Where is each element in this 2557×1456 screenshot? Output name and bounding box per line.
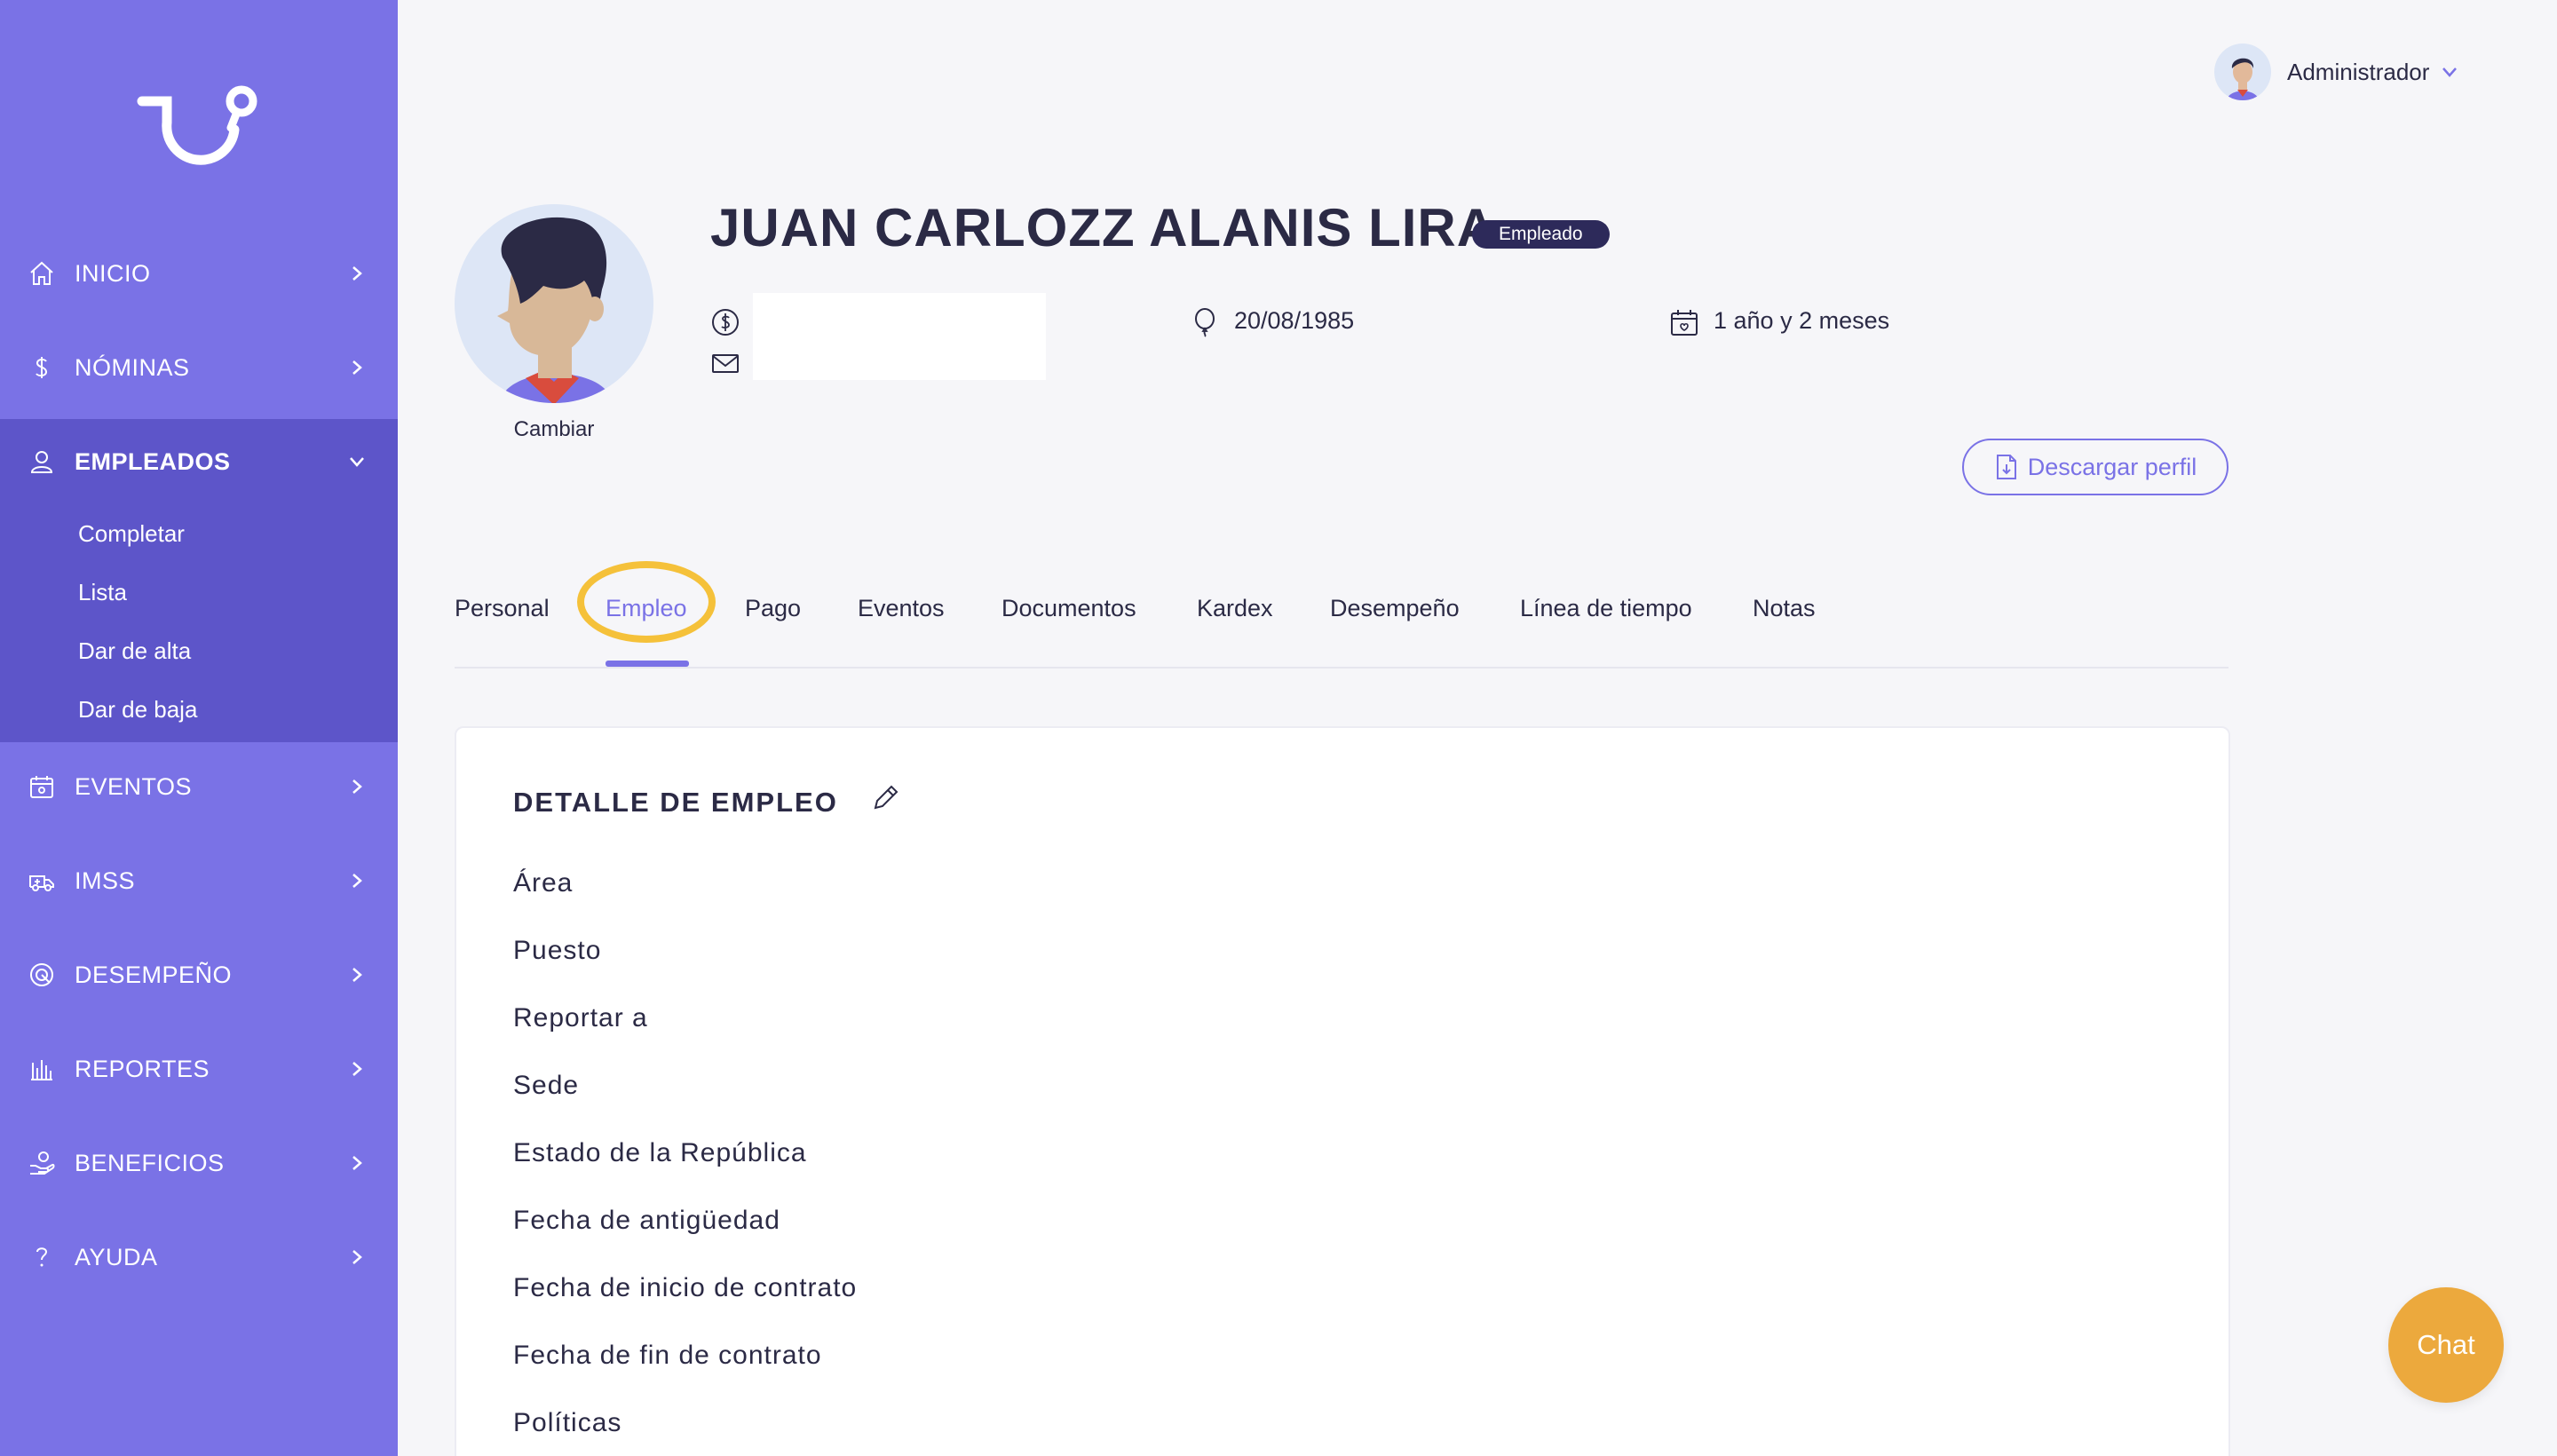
chevron-right-icon (352, 1062, 362, 1076)
redacted-contact-block (753, 293, 1046, 380)
sidebar: INICIO NÓMINAS EMPLEADOS Completar Lista… (0, 0, 398, 1456)
tab-notas[interactable]: Notas (1753, 586, 1816, 630)
nav-item-desempeno[interactable]: DESEMPEÑO (0, 932, 398, 1017)
nav-item-nominas[interactable]: NÓMINAS (0, 325, 398, 410)
empleados-submenu: Completar Lista Dar de alta Dar de baja (0, 504, 398, 742)
mail-icon (712, 354, 739, 373)
submenu-item-dar-de-baja[interactable]: Dar de baja (78, 696, 197, 724)
nav-label: AYUDA (75, 1243, 158, 1270)
tab-empleo[interactable]: Empleo (606, 586, 687, 630)
dollar-circle-icon (712, 309, 739, 336)
chat-button[interactable]: Chat (2388, 1287, 2504, 1403)
download-profile-label: Descargar perfil (2027, 453, 2197, 480)
app-root: INICIO NÓMINAS EMPLEADOS Completar Lista… (0, 0, 2557, 1456)
employee-name: JUAN CARLOZZ ALANIS LIRA (710, 198, 1497, 257)
calendar-icon (27, 772, 57, 802)
ambulance-icon (27, 866, 57, 896)
field-label-reportar-a: Reportar a (513, 1003, 648, 1033)
submenu-item-completar[interactable]: Completar (78, 520, 185, 548)
tab-personal[interactable]: Personal (455, 586, 550, 630)
field-label-politicas: Políticas (513, 1408, 622, 1437)
tab-desempeno[interactable]: Desempeño (1330, 586, 1460, 630)
tab-documentos[interactable]: Documentos (1001, 586, 1136, 630)
nav-label: EMPLEADOS (75, 447, 231, 475)
chevron-right-icon (352, 779, 362, 794)
nav-label: REPORTES (75, 1055, 210, 1082)
field-label-puesto: Puesto (513, 936, 602, 965)
target-icon (27, 960, 57, 990)
bar-chart-icon (27, 1054, 57, 1084)
field-label-fecha-inicio-contrato: Fecha de inicio de contrato (513, 1273, 858, 1302)
nav-item-empleados[interactable]: EMPLEADOS (0, 419, 398, 504)
field-label-sede: Sede (513, 1071, 580, 1100)
birth-date: 20/08/1985 (1234, 307, 1355, 334)
gift-hand-icon (27, 1148, 57, 1178)
pencil-icon[interactable] (870, 783, 900, 813)
chevron-right-icon (352, 360, 362, 375)
nav-item-inicio[interactable]: INICIO (0, 231, 398, 316)
tab-kardex[interactable]: Kardex (1197, 586, 1273, 630)
seniority: 1 año y 2 meses (1714, 307, 1890, 334)
user-icon (27, 447, 57, 477)
nav-label: NÓMINAS (75, 353, 190, 381)
download-profile-button[interactable]: Descargar perfil (1962, 439, 2228, 495)
nav-label: IMSS (75, 866, 136, 894)
tab-pago[interactable]: Pago (745, 586, 801, 630)
nav-item-imss[interactable]: IMSS (0, 838, 398, 923)
home-icon (27, 258, 57, 289)
submenu-item-dar-de-alta[interactable]: Dar de alta (78, 637, 191, 665)
chevron-right-icon (352, 968, 362, 982)
calendar-icon (1671, 310, 1698, 336)
tab-linea-de-tiempo[interactable]: Línea de tiempo (1520, 586, 1692, 630)
app-logo[interactable] (133, 76, 263, 165)
balloon-icon (1195, 308, 1215, 337)
user-menu[interactable]: Administrador (2214, 43, 2459, 101)
nav-item-eventos[interactable]: EVENTOS (0, 744, 398, 829)
tabs-divider (455, 667, 2228, 669)
avatar (2214, 44, 2271, 100)
card-title: DETALLE DE EMPLEO (513, 787, 838, 818)
field-label-estado: Estado de la República (513, 1138, 807, 1167)
nav-label: INICIO (75, 259, 151, 287)
chevron-right-icon (352, 266, 362, 281)
nav-label: DESEMPEÑO (75, 961, 233, 988)
field-label-area: Área (513, 868, 574, 898)
status-badge: Empleado (1472, 220, 1610, 249)
nav-item-ayuda[interactable]: AYUDA (0, 1215, 398, 1300)
nav-item-reportes[interactable]: REPORTES (0, 1026, 398, 1112)
dollar-icon (27, 352, 57, 383)
chevron-down-icon (350, 457, 364, 467)
nav-label: BENEFICIOS (75, 1149, 225, 1176)
field-label-fecha-antiguedad: Fecha de antigüedad (513, 1206, 780, 1235)
question-icon (27, 1242, 57, 1272)
chevron-right-icon (352, 1156, 362, 1170)
profile-avatar[interactable] (455, 204, 653, 403)
submenu-item-lista[interactable]: Lista (78, 579, 127, 606)
pdf-file-icon (1996, 455, 2016, 479)
chevron-right-icon (352, 1250, 362, 1264)
employment-detail-card: DETALLE DE EMPLEO Área Puesto Reportar a… (455, 726, 2230, 1456)
change-photo-link[interactable]: Cambiar (455, 417, 653, 442)
chevron-down-icon (2442, 67, 2458, 77)
field-label-fecha-fin-contrato: Fecha de fin de contrato (513, 1341, 822, 1370)
nav-item-beneficios[interactable]: BENEFICIOS (0, 1120, 398, 1206)
nav-label: EVENTOS (75, 772, 193, 800)
tab-eventos[interactable]: Eventos (858, 586, 945, 630)
profile-tabs: Personal Empleo Pago Eventos Documentos … (455, 586, 2230, 666)
user-name: Administrador (2287, 58, 2430, 85)
active-tab-indicator (606, 661, 689, 667)
chevron-right-icon (352, 874, 362, 888)
